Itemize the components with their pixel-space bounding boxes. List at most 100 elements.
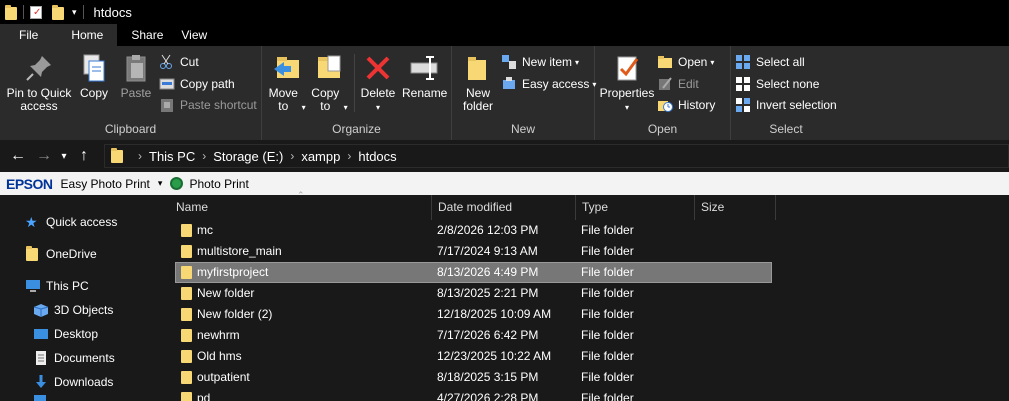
invert-selection-icon (735, 97, 751, 113)
file-name: myfirstproject (197, 265, 269, 279)
tab-file[interactable]: File (0, 24, 58, 46)
nav-downloads[interactable]: Downloads (33, 371, 113, 393)
properties-check-icon[interactable]: ✓ (30, 5, 42, 19)
paste-button[interactable]: Paste (117, 52, 155, 100)
select-group-label: Select (769, 122, 803, 136)
breadcrumb-storage[interactable]: Storage (E:) (213, 149, 283, 164)
tab-home[interactable]: Home (57, 24, 118, 46)
computer-icon (25, 279, 41, 293)
folder-icon (181, 329, 192, 342)
breadcrumb-chevron-icon[interactable]: › (138, 149, 142, 163)
download-arrow-icon (33, 375, 49, 389)
file-date: 7/17/2024 9:13 AM (437, 244, 538, 258)
file-name: outpatient (197, 370, 250, 384)
copy-to-button[interactable]: Copy to ▾ (310, 52, 348, 114)
select-all-button[interactable]: Select all (735, 52, 805, 72)
breadcrumb-htdocs[interactable]: htdocs (358, 149, 396, 164)
rename-label: Rename (402, 86, 448, 100)
history-button[interactable]: History (657, 95, 715, 115)
toolbar-separator (23, 5, 24, 19)
chevron-down-icon[interactable]: ▾ (158, 178, 163, 189)
group-divider (354, 54, 355, 112)
tab-view[interactable]: View (177, 24, 221, 46)
breadcrumb-chevron-icon[interactable]: › (290, 149, 294, 163)
new-folder-label: New folder (462, 86, 494, 113)
ribbon: Pin to Quick access Copy Paste Cut Copy … (0, 46, 1009, 140)
file-type: File folder (581, 244, 634, 258)
copy-button[interactable]: Copy (76, 52, 112, 100)
edit-button[interactable]: Edit (657, 74, 699, 94)
column-header-name[interactable]: Name (170, 195, 432, 220)
nav-documents[interactable]: Documents (33, 347, 115, 369)
photo-print-button[interactable]: Photo Print (189, 177, 248, 191)
invert-selection-button[interactable]: Invert selection (735, 95, 837, 115)
open-button[interactable]: Open ▾ (657, 52, 714, 72)
folder-icon (181, 350, 192, 363)
table-row[interactable]: New folder (2) 12/18/2025 10:09 AM File … (175, 304, 772, 325)
new-folder-icon[interactable] (52, 4, 64, 20)
table-row[interactable]: mc 2/8/2026 12:03 PM File folder (175, 220, 772, 241)
column-header-size[interactable]: Size (695, 195, 776, 220)
rename-button[interactable]: Rename (402, 52, 448, 100)
nav-3d-objects[interactable]: 3D Objects (33, 299, 113, 321)
photo-print-icon (170, 177, 184, 190)
delete-button[interactable]: Delete ▾ (358, 52, 398, 114)
tab-share[interactable]: Share (117, 24, 177, 46)
new-folder-button[interactable]: New folder (458, 52, 498, 113)
select-group: Select all Select none Invert selection … (731, 46, 841, 140)
easy-photo-print-button[interactable]: Easy Photo Print (61, 177, 150, 191)
table-row[interactable]: New folder 8/13/2025 2:21 PM File folder (175, 283, 772, 304)
navigation-scrollbar[interactable] (158, 195, 170, 401)
file-type: File folder (581, 265, 634, 279)
nav-onedrive[interactable]: OneDrive (25, 243, 97, 265)
column-header-type[interactable]: Type (576, 195, 695, 220)
pin-quick-access-button[interactable]: Pin to Quick access (4, 52, 74, 113)
forward-arrow-icon[interactable]: → (31, 147, 57, 165)
chevron-down-icon[interactable]: ▾ (72, 7, 77, 18)
chevron-down-icon: ▾ (375, 103, 380, 112)
nav-quick-access[interactable]: ★ Quick access (25, 211, 117, 233)
up-arrow-icon[interactable]: ↑ (71, 147, 97, 165)
table-row[interactable]: newhrm 7/17/2026 6:42 PM File folder (175, 325, 772, 346)
breadcrumb-chevron-icon[interactable]: › (347, 149, 351, 163)
file-name: multistore_main (197, 244, 282, 258)
new-item-button[interactable]: New item ▾ (501, 52, 579, 72)
easy-access-button[interactable]: Easy access ▾ (501, 74, 596, 94)
table-row[interactable]: outpatient 8/18/2025 3:15 PM File folder (175, 367, 772, 388)
move-to-button[interactable]: Move to ▾ (268, 52, 306, 114)
folder-icon[interactable] (5, 4, 17, 20)
file-date: 7/17/2026 6:42 PM (437, 328, 539, 342)
file-type: File folder (581, 349, 634, 363)
nav-this-pc[interactable]: This PC (25, 275, 89, 297)
breadcrumb-this-pc[interactable]: This PC (149, 149, 195, 164)
copy-path-button[interactable]: Copy path (159, 74, 235, 94)
file-name: New folder (197, 286, 255, 300)
select-none-button[interactable]: Select none (735, 74, 819, 94)
table-row[interactable]: multistore_main 7/17/2024 9:13 AM File f… (175, 241, 772, 262)
scissors-icon (159, 54, 175, 70)
copy-icon (78, 52, 110, 84)
breadcrumb[interactable]: › This PC › Storage (E:) › xampp › htdoc… (104, 144, 1009, 168)
file-list: ⌃ Name Date modified Type Size mc 2/8/20… (170, 190, 1009, 401)
table-row-selected[interactable]: myfirstproject 8/13/2026 4:49 PM File fo… (175, 262, 772, 283)
folder-icon (181, 245, 192, 258)
properties-button[interactable]: Properties ▾ (599, 52, 655, 114)
back-arrow-icon[interactable]: ← (5, 147, 31, 165)
nav-desktop[interactable]: Desktop (33, 323, 98, 345)
open-folder-icon (657, 54, 673, 70)
table-row[interactable]: pd 4/27/2026 2:28 PM File folder (175, 388, 772, 401)
move-to-label: Move to (268, 86, 298, 113)
cut-button[interactable]: Cut (159, 52, 199, 72)
paste-shortcut-button[interactable]: Paste shortcut (159, 95, 257, 115)
table-row[interactable]: Old hms 12/23/2025 10:22 AM File folder (175, 346, 772, 367)
folder-icon (111, 147, 123, 163)
breadcrumb-xampp[interactable]: xampp (301, 149, 340, 164)
breadcrumb-chevron-icon[interactable]: › (202, 149, 206, 163)
pin-icon (23, 52, 55, 84)
recent-locations-chevron-icon[interactable]: ▾ (57, 151, 71, 162)
chevron-down-icon: ▾ (624, 103, 629, 112)
folder-icon (181, 308, 192, 321)
invert-selection-label: Invert selection (756, 98, 837, 112)
rename-icon (408, 52, 440, 84)
column-header-date-modified[interactable]: Date modified (432, 195, 576, 220)
